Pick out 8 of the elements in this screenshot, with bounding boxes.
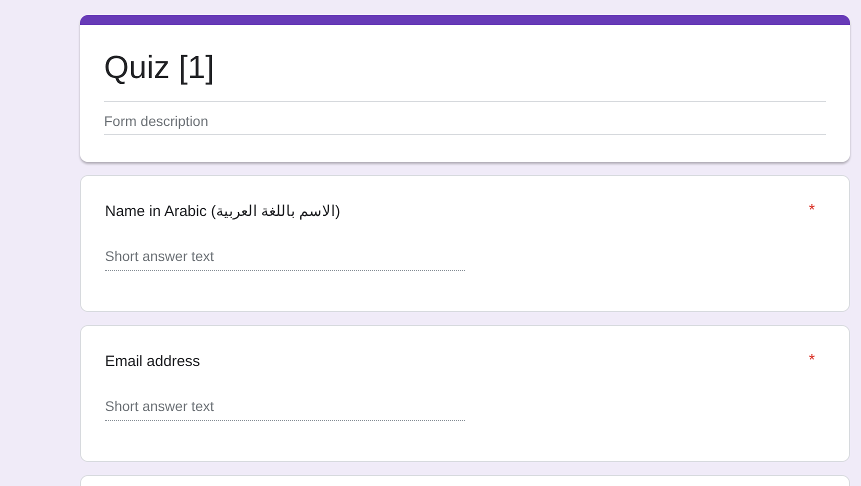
short-answer-field[interactable]: Short answer text <box>105 394 465 421</box>
required-mark: * <box>808 352 816 370</box>
question-label: Email address <box>105 352 200 372</box>
required-mark: * <box>808 202 816 220</box>
question-label: Name in Arabic (الاسم باللغة العربية) <box>105 202 340 222</box>
form-title: Quiz [1] <box>104 47 826 102</box>
short-answer-field[interactable]: Short answer text <box>105 244 465 271</box>
form-description-field[interactable]: Form description <box>104 102 826 135</box>
